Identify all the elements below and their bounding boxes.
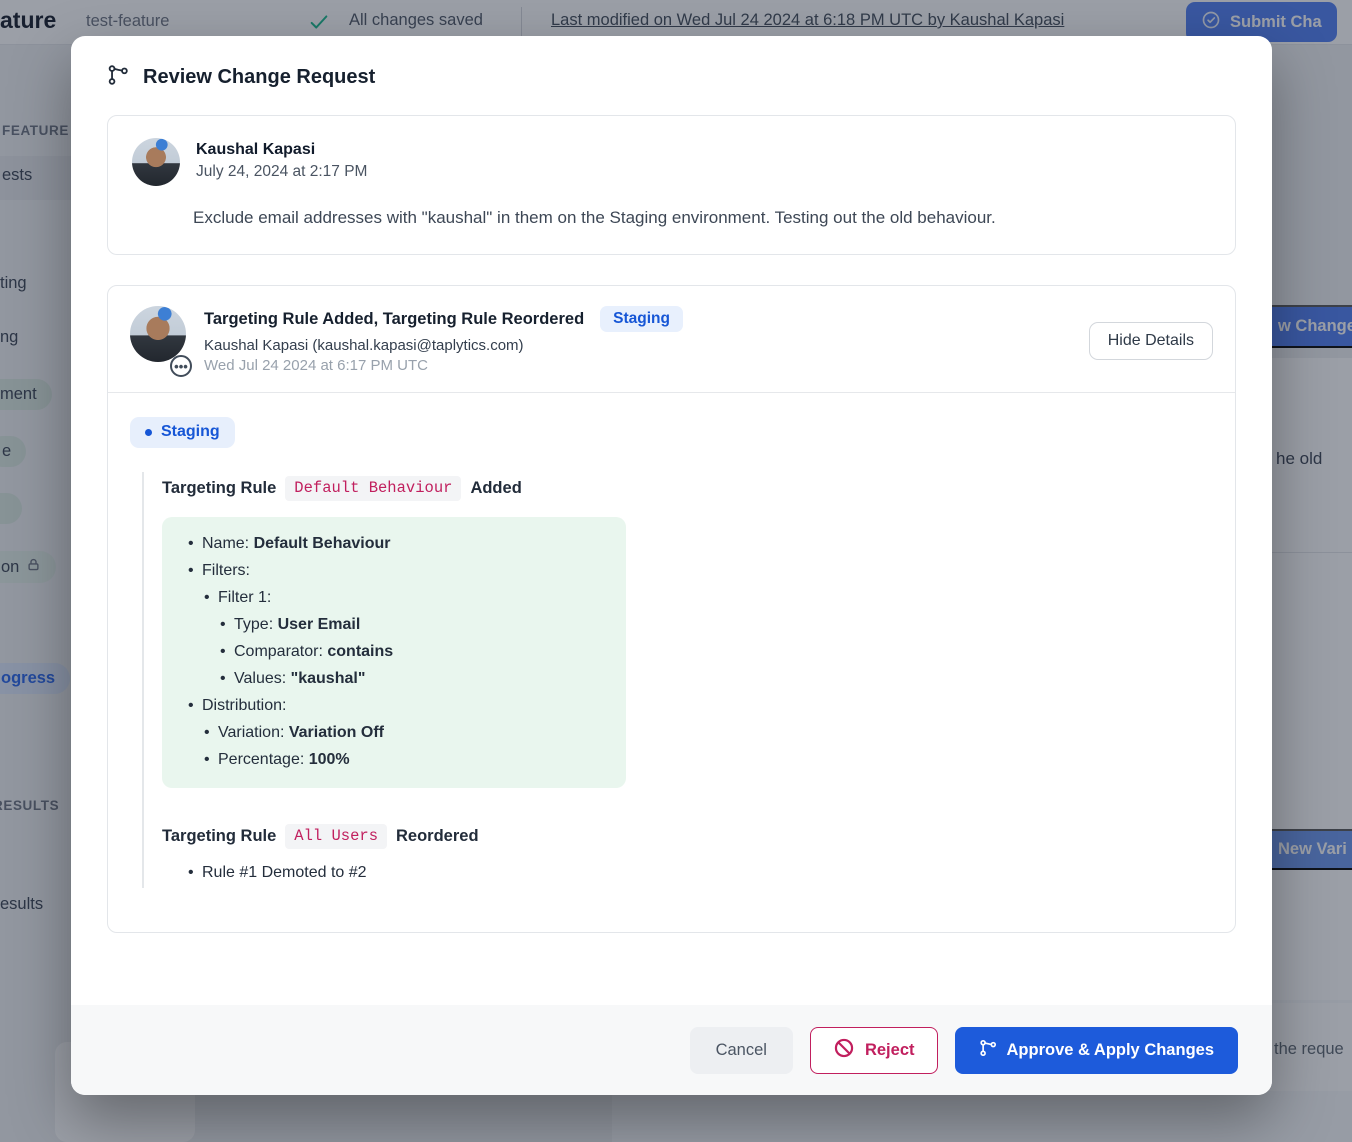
screen: { "colors": { "accent_blue": "#1d5bdb", … xyxy=(0,0,1352,1142)
rule-added-detail-list: Name: Default Behaviour Filters: Filter … xyxy=(176,530,610,773)
list-item: Variation: Variation Off xyxy=(192,719,610,746)
modal-header: Review Change Request xyxy=(71,36,1272,111)
list-item: Values: "kaushal" xyxy=(208,665,610,692)
list-item: Percentage: 100% xyxy=(192,746,610,773)
branch-icon xyxy=(107,64,129,91)
rule-reordered-detail-list: Rule #1 Demoted to #2 xyxy=(176,859,1213,886)
modal-title: Review Change Request xyxy=(143,66,375,89)
list-item: Filter 1: xyxy=(192,584,610,611)
hide-details-button[interactable]: Hide Details xyxy=(1089,322,1213,360)
change-header-left: ••• Targeting Rule Added, Targeting Rule… xyxy=(130,306,683,374)
avatar xyxy=(130,306,186,362)
rule-reordered-suffix: Reordered xyxy=(396,827,479,846)
approve-apply-label: Approve & Apply Changes xyxy=(1007,1041,1215,1060)
change-title: Targeting Rule Added, Targeting Rule Reo… xyxy=(204,310,584,329)
change-card-header: ••• Targeting Rule Added, Targeting Rule… xyxy=(108,286,1235,392)
rule-added-heading: Targeting Rule Default Behaviour Added xyxy=(162,476,1213,501)
modal-footer: Cancel Reject Approve & Apply Changes xyxy=(71,1005,1272,1095)
avatar xyxy=(132,138,180,186)
prohibition-icon xyxy=(833,1037,855,1064)
list-item: Rule #1 Demoted to #2 xyxy=(176,859,1213,886)
cancel-button[interactable]: Cancel xyxy=(690,1027,793,1074)
modal-body: Kaushal Kapasi July 24, 2024 at 2:17 PM … xyxy=(71,111,1272,1005)
comment-author-name: Kaushal Kapasi xyxy=(196,138,367,159)
env-dot-icon xyxy=(145,429,152,436)
rule-added-suffix: Added xyxy=(470,479,521,498)
change-author: Kaushal Kapasi (kaushal.kapasi@taplytics… xyxy=(204,337,683,354)
reject-label: Reject xyxy=(865,1041,915,1060)
comment-author-row: Kaushal Kapasi July 24, 2024 at 2:17 PM xyxy=(132,138,1211,186)
rule-reordered-prefix: Targeting Rule xyxy=(162,827,276,846)
reject-button[interactable]: Reject xyxy=(810,1027,938,1074)
env-badge: Staging xyxy=(600,306,683,332)
change-title-row: Targeting Rule Added, Targeting Rule Reo… xyxy=(204,306,683,332)
list-item: Type: User Email xyxy=(208,611,610,638)
rule-name-chip: All Users xyxy=(285,824,387,849)
list-item: Name: Default Behaviour xyxy=(176,530,610,557)
list-item: Distribution: xyxy=(176,692,610,719)
comment-author-info: Kaushal Kapasi July 24, 2024 at 2:17 PM xyxy=(196,138,367,186)
ellipsis-badge-icon: ••• xyxy=(170,355,192,377)
comment-text: Exclude email addresses with "kaushal" i… xyxy=(193,208,1211,228)
diff-added-box: Name: Default Behaviour Filters: Filter … xyxy=(162,517,626,788)
comment-card: Kaushal Kapasi July 24, 2024 at 2:17 PM … xyxy=(107,115,1236,255)
review-change-request-modal: Review Change Request Kaushal Kapasi Jul… xyxy=(71,36,1272,1095)
change-card-body: Staging Targeting Rule Default Behaviour… xyxy=(108,393,1235,932)
change-date: Wed Jul 24 2024 at 6:17 PM UTC xyxy=(204,357,683,374)
list-item: Filters: xyxy=(176,557,610,584)
list-item: Comparator: contains xyxy=(208,638,610,665)
change-card: ••• Targeting Rule Added, Targeting Rule… xyxy=(107,285,1236,933)
branch-icon xyxy=(979,1039,997,1062)
approve-apply-button[interactable]: Approve & Apply Changes xyxy=(955,1027,1239,1074)
env-pill: Staging xyxy=(130,417,235,448)
rule-name-chip: Default Behaviour xyxy=(285,476,461,501)
avatar-wrap: ••• xyxy=(130,306,186,374)
change-header-info: Targeting Rule Added, Targeting Rule Reo… xyxy=(204,306,683,374)
env-pill-label: Staging xyxy=(161,423,220,441)
rule-reordered-heading: Targeting Rule All Users Reordered xyxy=(162,824,1213,849)
comment-date: July 24, 2024 at 2:17 PM xyxy=(196,163,367,181)
rule-added-prefix: Targeting Rule xyxy=(162,479,276,498)
rule-section: Targeting Rule Default Behaviour Added N… xyxy=(142,472,1213,888)
